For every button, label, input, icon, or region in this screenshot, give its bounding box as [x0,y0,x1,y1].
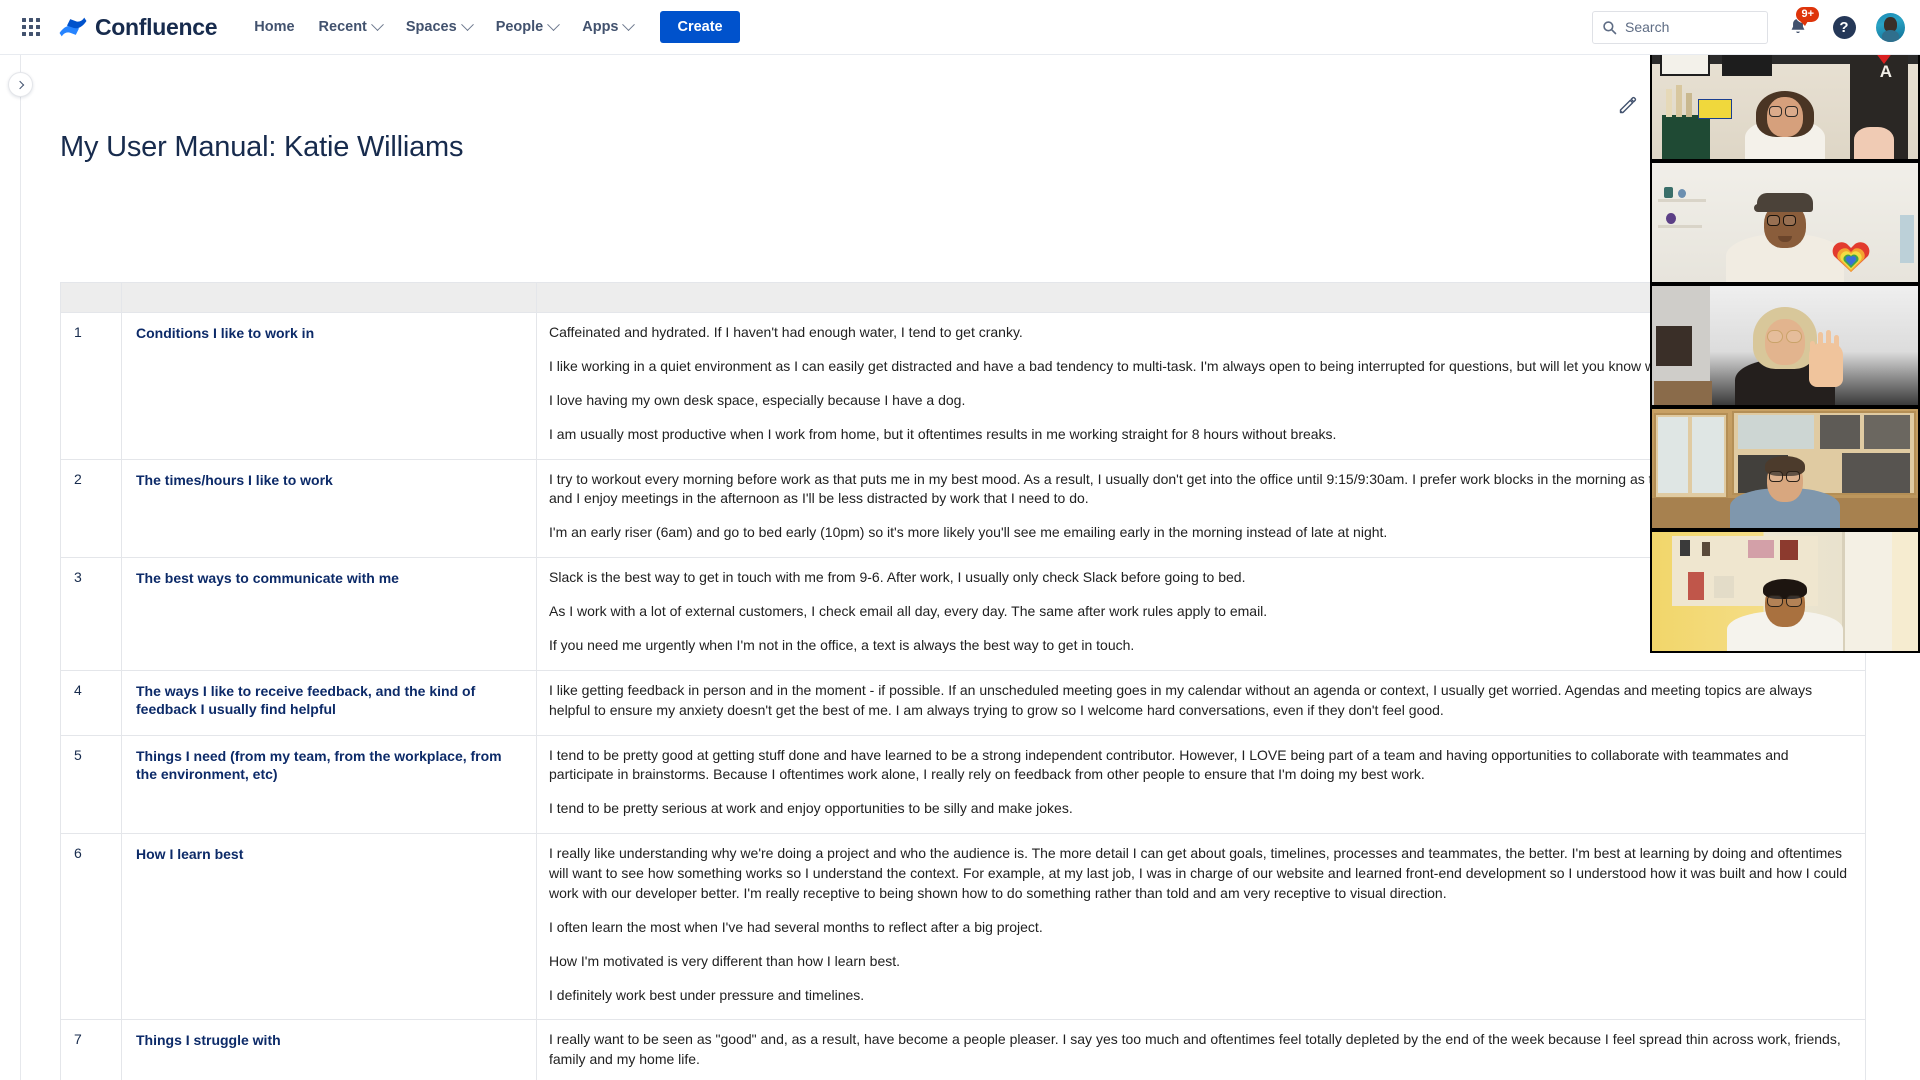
nav-item-label: People [495,19,544,35]
table-row: 3 The best ways to communicate with me Sla… [60,557,1866,671]
primary-nav-items: Home Recent Spaces People Apps Create [243,0,740,54]
nav-item-label: Home [254,19,295,35]
page-content: My User Manual: Katie Williams 1 Conditio… [21,55,1920,1080]
edit-page-button[interactable] [1612,90,1642,120]
sidebar-expand-button[interactable] [8,72,33,97]
row-topic: The best ways to communicate with me [121,557,537,671]
row-description: I like getting feedback in person and in… [536,669,1866,736]
table-row: 4 The ways I like to receive feedback, an… [60,669,1866,736]
chevron-down-icon [371,17,384,31]
description-paragraph: I definitely work best under pressure an… [549,986,865,1003]
nav-item-label: Recent [318,19,367,35]
row-topic: The ways I like to receive feedback, and… [121,669,537,736]
tile-background [1652,532,1918,651]
notification-badge: 9+ [1795,6,1820,26]
page-title: My User Manual: Katie Williams [60,131,464,163]
row-description: I tend to be pretty good at getting stuf… [536,734,1866,835]
table-row: 5 Things I need (from my team, from the w… [60,734,1866,835]
row-number: 1 [60,312,122,460]
participant-tile-3[interactable] [1652,286,1918,405]
description-paragraph: I tend to be pretty good at getting stuf… [549,746,1789,783]
grid-dots-icon [22,18,40,36]
row-number: 5 [60,734,122,835]
row-topic: The times/hours I like to work [121,458,537,559]
participant-tile-1[interactable]: A [1652,40,1918,159]
tile-background [1652,409,1918,528]
row-description: I really like understanding why we're do… [536,833,1866,1021]
row-number: 4 [60,669,122,736]
help-button[interactable]: ? [1828,11,1860,43]
create-button[interactable]: Create [660,11,740,43]
rainbow-heart-icon [1832,242,1870,272]
description-paragraph: I really want to be seen as "good" and, … [549,1031,1841,1068]
participant-tile-2[interactable] [1652,163,1918,282]
video-call-panel: A [1650,38,1920,653]
pencil-icon [1619,96,1636,113]
app-switcher-button[interactable] [14,10,48,44]
sidebar-divider [20,55,21,1080]
nav-item-apps[interactable]: Apps [571,12,644,42]
row-description: I really want to be seen as "good" and, … [536,1019,1866,1080]
nav-item-people[interactable]: People [485,12,570,42]
top-navigation-bar: Confluence Home Recent Spaces People App… [0,0,1920,55]
nav-item-label: Apps [582,19,619,35]
column-header-topic [121,282,537,313]
nav-item-home[interactable]: Home [243,12,305,42]
nav-item-recent[interactable]: Recent [308,12,393,42]
row-number: 3 [60,557,122,671]
confluence-home-link[interactable]: Confluence [58,13,218,41]
tile-background: A [1652,40,1918,159]
table-row: 2 The times/hours I like to work I try to … [60,458,1866,559]
row-topic: Things I struggle with [121,1019,537,1080]
nav-item-spaces[interactable]: Spaces [395,12,483,42]
description-paragraph: I tend to be pretty serious at work and … [549,800,1073,817]
participant-tile-5[interactable] [1652,532,1918,651]
brand-name: Confluence [95,13,218,40]
nav-item-label: Spaces [405,19,457,35]
chevron-down-icon [622,17,636,31]
notifications-button[interactable]: 9+ [1782,6,1820,43]
row-number: 6 [60,833,122,1021]
avatar [1875,12,1905,42]
nav-left-group: Confluence Home Recent Spaces People App… [0,0,740,54]
search-icon [1603,20,1617,34]
description-paragraph: I often learn the most when I've had sev… [549,918,1043,935]
row-topic: How I learn best [121,833,537,1021]
search-input[interactable] [1623,18,1753,36]
help-icon: ? [1832,15,1856,39]
table-row: 1 Conditions I like to work in Caffeinated… [60,312,1866,460]
table-row: 7 Things I struggle with I really want to … [60,1019,1866,1080]
description-paragraph: How I'm motivated is very different than… [549,952,901,969]
description-paragraph: I like getting feedback in person and in… [549,681,1813,718]
description-paragraph: I really like understanding why we're do… [549,845,1848,901]
table-body: 1 Conditions I like to work in Caffeinated… [60,312,1866,1080]
column-header-number [60,282,122,313]
row-number: 7 [60,1019,122,1080]
tile-background [1652,163,1918,282]
nav-right-group: 9+ ? [1592,0,1920,54]
chevron-down-icon [460,17,474,31]
profile-menu-button[interactable] [1874,11,1906,43]
tile-background [1652,286,1918,405]
confluence-logo-icon [59,17,87,37]
table-header-row [60,282,1866,313]
row-number: 2 [60,458,122,559]
chevron-down-icon [547,17,561,31]
participant-tile-4[interactable] [1652,409,1918,528]
table-row: 6 How I learn best I really like understan… [60,833,1866,1021]
row-topic: Things I need (from my team, from the wo… [121,734,537,835]
chevron-right-icon [15,80,24,89]
user-manual-table: 1 Conditions I like to work in Caffeinated… [60,282,1866,1080]
table-head [60,282,1866,313]
row-topic: Conditions I like to work in [121,312,537,460]
search-box[interactable] [1592,10,1768,44]
